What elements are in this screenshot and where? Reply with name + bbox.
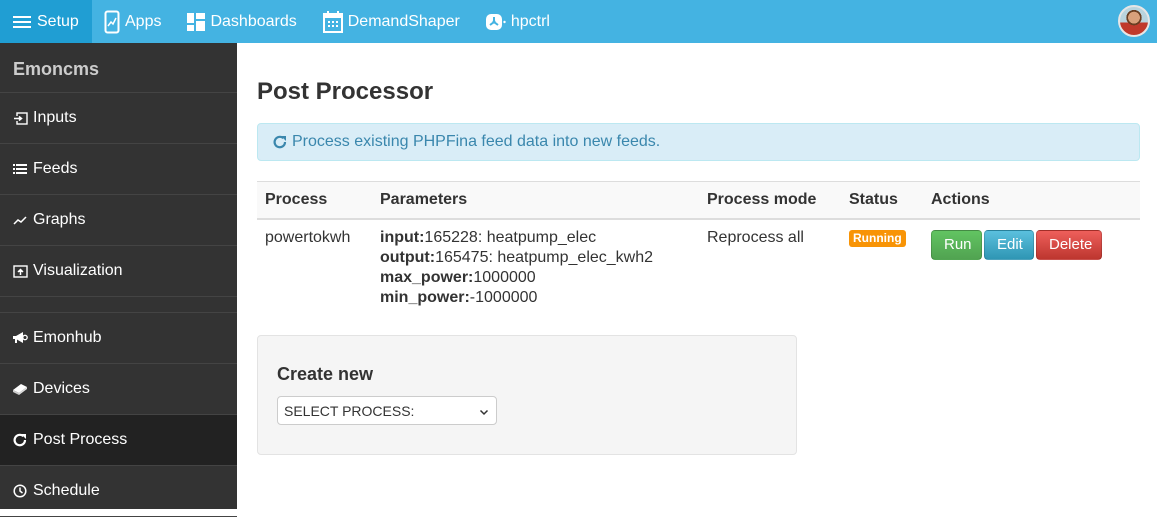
sidebar-item-label: Emonhub	[33, 329, 102, 347]
sidebar-brand: Emoncms	[0, 43, 237, 93]
param-min-power: min_power:-1000000	[380, 288, 691, 308]
process-mode: Reprocess all	[699, 219, 841, 316]
select-process-dropdown[interactable]: SELECT PROCESS:	[277, 396, 497, 425]
list-icon	[12, 161, 28, 177]
param-key: max_power:	[380, 269, 473, 286]
create-new-panel: Create new SELECT PROCESS:	[257, 335, 797, 455]
megaphone-icon	[12, 330, 28, 346]
sidebar-divider	[0, 297, 237, 313]
status-badge: Running	[849, 230, 906, 247]
table-row: powertokwh input:165228: heatpump_elec o…	[257, 219, 1140, 316]
sidebar-item-feeds[interactable]: Feeds	[0, 144, 237, 195]
actions-cell: RunEditDelete	[923, 219, 1140, 316]
process-table: Process Parameters Process mode Status A…	[257, 181, 1140, 316]
col-header-status: Status	[841, 182, 923, 219]
top-navbar: Setup Apps Dashboards DemandShaper hpctr…	[0, 0, 1157, 43]
device-icon	[12, 381, 28, 397]
calendar-icon	[323, 11, 343, 33]
param-max-power: max_power:1000000	[380, 268, 691, 288]
create-new-title: Create new	[277, 364, 373, 385]
hpctrl-icon	[486, 13, 506, 31]
param-value: 1000000	[473, 269, 535, 286]
col-header-process: Process	[257, 182, 372, 219]
sidebar-item-label: Schedule	[33, 482, 100, 500]
dashboards-icon	[187, 13, 205, 31]
nav-apps[interactable]: Apps	[92, 0, 175, 43]
edit-button[interactable]: Edit	[984, 230, 1034, 260]
col-header-process-mode: Process mode	[699, 182, 841, 219]
sidebar-item-visualization[interactable]: Visualization	[0, 246, 237, 297]
user-avatar[interactable]	[1118, 5, 1150, 37]
table-header-row: Process Parameters Process mode Status A…	[257, 182, 1140, 219]
sidebar-item-label: Feeds	[33, 160, 77, 178]
nav-demandshaper[interactable]: DemandShaper	[311, 0, 474, 43]
upload-icon	[12, 263, 28, 279]
nav-setup[interactable]: Setup	[0, 0, 92, 43]
nav-apps-label: Apps	[125, 13, 161, 31]
graph-icon	[12, 212, 28, 228]
run-button[interactable]: Run	[931, 230, 982, 260]
sidebar-item-devices[interactable]: Devices	[0, 364, 237, 415]
sidebar-item-graphs[interactable]: Graphs	[0, 195, 237, 246]
refresh-icon	[12, 432, 28, 448]
nav-dashboards-label: Dashboards	[210, 13, 296, 31]
process-parameters: input:165228: heatpump_elec output:16547…	[372, 219, 699, 316]
sidebar-item-label: Devices	[33, 380, 90, 398]
sidebar-item-label: Inputs	[33, 109, 77, 127]
sidebar-item-emonhub[interactable]: Emonhub	[0, 313, 237, 364]
chevron-down-icon	[479, 404, 489, 420]
process-name: powertokwh	[257, 219, 372, 316]
menu-icon	[12, 14, 32, 30]
sidebar-item-post-process[interactable]: Post Process	[0, 415, 237, 466]
param-key: min_power:	[380, 289, 470, 306]
param-key: output:	[380, 249, 435, 266]
sidebar-item-schedule[interactable]: Schedule	[0, 466, 237, 517]
col-header-actions: Actions	[923, 182, 1140, 219]
info-alert: Process existing PHPFina feed data into …	[257, 123, 1140, 161]
nav-hpctrl[interactable]: hpctrl	[474, 0, 564, 43]
nav-dashboards[interactable]: Dashboards	[175, 0, 310, 43]
nav-setup-label: Setup	[37, 13, 79, 31]
apps-icon	[104, 10, 120, 34]
param-value: 165475: heatpump_elec_kwh2	[435, 249, 653, 266]
sidebar-item-inputs[interactable]: Inputs	[0, 93, 237, 144]
select-value: SELECT PROCESS:	[284, 403, 414, 419]
param-value: -1000000	[470, 289, 538, 306]
delete-button[interactable]: Delete	[1036, 230, 1102, 260]
page-title: Post Processor	[257, 78, 433, 106]
nav-demandshaper-label: DemandShaper	[348, 13, 460, 31]
alert-text: Process existing PHPFina feed data into …	[292, 133, 660, 151]
param-input: input:165228: heatpump_elec	[380, 228, 691, 248]
status-cell: Running	[841, 219, 923, 316]
col-header-parameters: Parameters	[372, 182, 699, 219]
sidebar-item-label: Graphs	[33, 211, 85, 229]
sidebar-item-label: Visualization	[33, 262, 123, 280]
param-key: input:	[380, 229, 424, 246]
clock-icon	[12, 483, 28, 499]
nav-hpctrl-label: hpctrl	[511, 13, 550, 31]
refresh-icon	[272, 134, 288, 150]
input-icon	[12, 110, 28, 126]
sidebar-item-label: Post Process	[33, 431, 127, 449]
sidebar: Emoncms Inputs Feeds Graphs Visualizatio…	[0, 43, 237, 509]
param-value: 165228: heatpump_elec	[424, 229, 596, 246]
main-content: Post Processor Process existing PHPFina …	[237, 43, 1157, 509]
param-output: output:165475: heatpump_elec_kwh2	[380, 248, 691, 268]
